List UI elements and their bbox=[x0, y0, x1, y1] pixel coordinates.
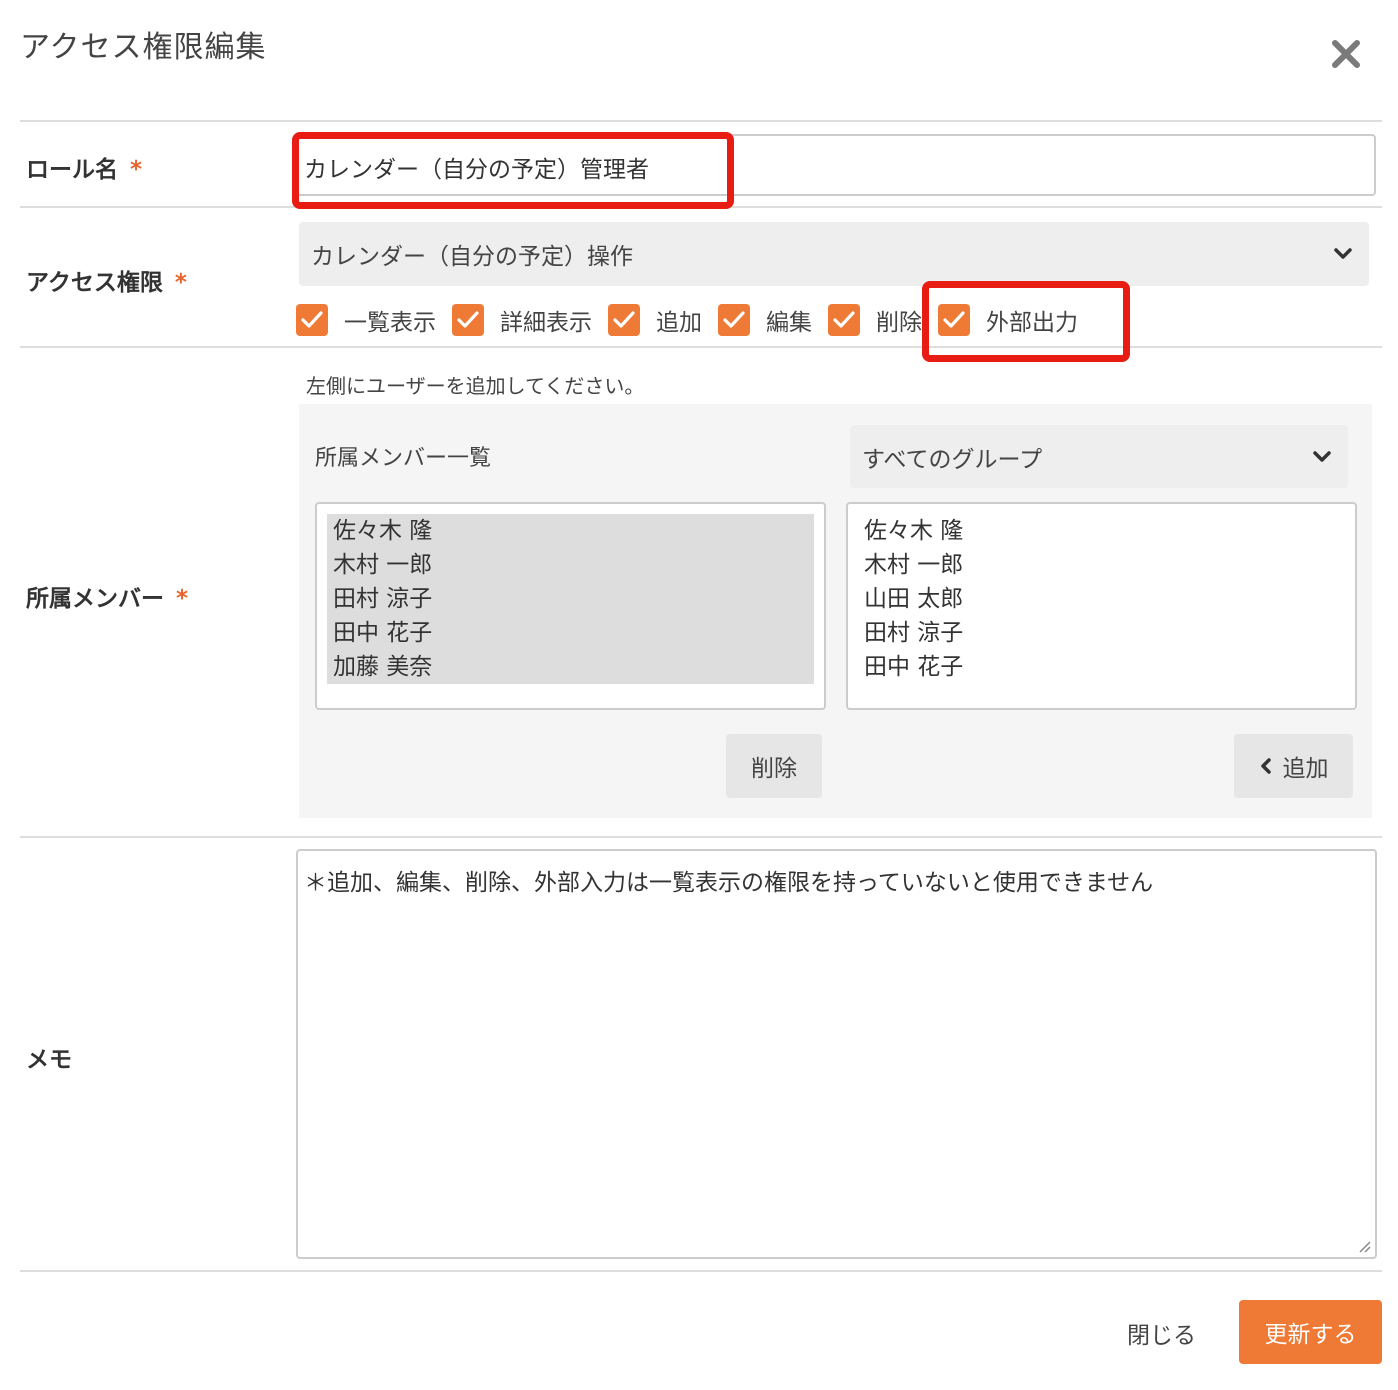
permission-label: 追加 bbox=[656, 310, 702, 336]
members-label: 所属メンバー * bbox=[26, 586, 189, 612]
list-item[interactable]: 佐々木 隆 bbox=[858, 514, 1345, 548]
checkbox-checked-icon bbox=[296, 304, 328, 336]
checkbox-checked-icon bbox=[718, 304, 750, 336]
group-select[interactable]: すべてのグループ bbox=[850, 425, 1348, 488]
access-select[interactable]: カレンダー（自分の予定）操作 bbox=[299, 222, 1369, 286]
role-name-input[interactable]: カレンダー（自分の予定）管理者 bbox=[296, 134, 1376, 196]
members-hint: 左側にユーザーを追加してください。 bbox=[306, 374, 645, 398]
remove-member-label: 削除 bbox=[751, 756, 797, 782]
list-item[interactable]: 田村 涼子 bbox=[858, 616, 1345, 650]
close-icon[interactable] bbox=[1328, 36, 1364, 72]
divider bbox=[20, 1270, 1382, 1272]
permission-label: 一覧表示 bbox=[344, 310, 436, 336]
divider bbox=[20, 120, 1382, 122]
list-item[interactable]: 木村 一郎 bbox=[327, 548, 814, 582]
access-edit-dialog: アクセス権限編集 ロール名 * カレンダー（自分の予定）管理者 アクセス権限 * カ… bbox=[0, 0, 1398, 1390]
memo-label: メモ bbox=[26, 1047, 72, 1073]
list-item[interactable]: 田中 花子 bbox=[858, 650, 1345, 684]
dialog-title: アクセス権限編集 bbox=[20, 30, 267, 65]
chevron-left-icon bbox=[1260, 758, 1271, 774]
permission-export[interactable]: 外部出力 bbox=[938, 303, 1078, 337]
permission-label: 外部出力 bbox=[986, 310, 1078, 336]
permission-edit[interactable]: 編集 bbox=[718, 303, 812, 337]
update-button[interactable]: 更新する bbox=[1239, 1300, 1382, 1364]
close-button[interactable]: 閉じる bbox=[1127, 1316, 1196, 1350]
required-mark: * bbox=[130, 157, 143, 183]
list-item[interactable]: 田村 涼子 bbox=[327, 582, 814, 616]
list-item[interactable]: 木村 一郎 bbox=[858, 548, 1345, 582]
required-mark: * bbox=[176, 586, 189, 612]
list-item[interactable]: 田中 花子 bbox=[327, 616, 814, 650]
checkbox-checked-icon bbox=[608, 304, 640, 336]
permission-label: 削除 bbox=[876, 310, 922, 336]
access-label: アクセス権限 * bbox=[26, 270, 187, 296]
member-panel: 所属メンバー一覧 すべてのグループ 佐々木 隆 木村 一郎 田村 涼子 田中 花… bbox=[299, 404, 1372, 818]
member-list-title: 所属メンバー一覧 bbox=[315, 446, 492, 471]
list-item[interactable]: 佐々木 隆 bbox=[327, 514, 814, 548]
required-mark: * bbox=[174, 270, 187, 296]
chevron-down-icon bbox=[1313, 450, 1331, 462]
chevron-down-icon bbox=[1334, 248, 1352, 259]
group-select-value: すべてのグループ bbox=[862, 446, 1043, 473]
permission-list-view[interactable]: 一覧表示 bbox=[296, 303, 436, 337]
divider bbox=[20, 836, 1382, 838]
permission-detail-view[interactable]: 詳細表示 bbox=[452, 303, 592, 337]
remove-member-button[interactable]: 削除 bbox=[726, 734, 822, 798]
permission-checkboxes: 一覧表示 詳細表示 追加 編集 削除 外部出力 bbox=[296, 302, 1094, 338]
list-item[interactable]: 山田 太郎 bbox=[858, 582, 1345, 616]
access-select-value: カレンダー（自分の予定）操作 bbox=[311, 244, 633, 270]
available-users-list[interactable]: 佐々木 隆 木村 一郎 山田 太郎 田村 涼子 田中 花子 bbox=[846, 502, 1357, 710]
resize-handle-icon[interactable] bbox=[1357, 1239, 1371, 1253]
role-name-value: カレンダー（自分の予定）管理者 bbox=[304, 157, 649, 183]
permission-label: 編集 bbox=[766, 310, 812, 336]
permission-delete[interactable]: 削除 bbox=[828, 303, 922, 337]
add-member-label: 追加 bbox=[1282, 756, 1329, 782]
checkbox-checked-icon bbox=[938, 304, 970, 336]
memo-value: ＊追加、編集、削除、外部入力は一覧表示の権限を持っていないと使用できません bbox=[304, 870, 1154, 896]
role-name-label: ロール名 * bbox=[26, 157, 143, 183]
assigned-members-list[interactable]: 佐々木 隆 木村 一郎 田村 涼子 田中 花子 加藤 美奈 bbox=[315, 502, 826, 710]
checkbox-checked-icon bbox=[452, 304, 484, 336]
permission-label: 詳細表示 bbox=[500, 310, 592, 336]
checkbox-checked-icon bbox=[828, 304, 860, 336]
add-member-button[interactable]: 追加 bbox=[1234, 734, 1353, 798]
permission-add[interactable]: 追加 bbox=[608, 303, 702, 337]
list-item[interactable]: 加藤 美奈 bbox=[327, 650, 814, 684]
divider bbox=[20, 346, 1382, 348]
divider bbox=[20, 206, 1382, 208]
memo-textarea[interactable]: ＊追加、編集、削除、外部入力は一覧表示の権限を持っていないと使用できません bbox=[296, 849, 1377, 1259]
